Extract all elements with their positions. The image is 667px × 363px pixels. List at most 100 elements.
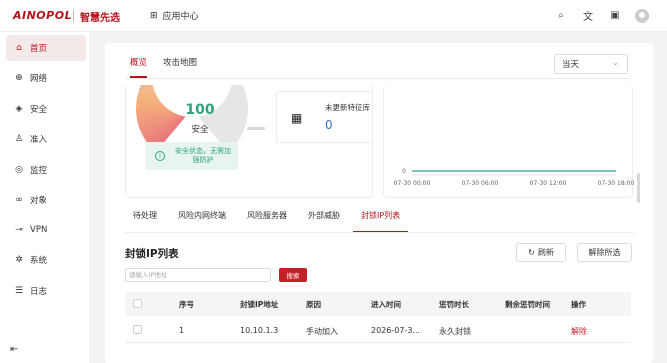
cell-reason: 手动加入 (306, 327, 338, 336)
globe-icon: ⊕ (15, 73, 23, 83)
gear-icon: ✲ (15, 255, 23, 265)
signature-label: 未更新特征库 (325, 103, 370, 112)
tab-blocked-ip-list[interactable]: 封锁IP列表 (353, 210, 409, 233)
sidebar-item-label: 准入 (30, 135, 48, 145)
translate-icon[interactable]: 文 (581, 8, 595, 23)
app-center-button[interactable]: ⊞ 应用中心 (150, 9, 199, 23)
shield-icon: ◈ (15, 104, 23, 114)
avatar-icon[interactable] (635, 8, 649, 23)
monitor-icon: ◎ (15, 165, 23, 175)
column-header-ip: 封锁IP地址 (240, 300, 279, 309)
gauge-needle (247, 127, 265, 130)
security-level: 安全 (191, 125, 209, 135)
tab-overview[interactable]: 概览 (130, 56, 148, 78)
column-header-reason: 原因 (306, 300, 321, 309)
app-center-label: 应用中心 (162, 12, 199, 22)
brand-divider (73, 10, 74, 22)
collapse-icon[interactable]: ⇤ (10, 344, 18, 355)
sidebar-item-label: VPN (30, 225, 48, 235)
time-range-select[interactable]: 当天 ⌄ (554, 54, 628, 74)
save-icon[interactable]: ▣ (608, 10, 622, 21)
sidebar-item-monitor[interactable]: ◎ 监控 (6, 157, 86, 183)
tab-external-threats[interactable]: 外部威胁 (300, 210, 348, 233)
sidebar: ⌂ 首页 ⊕ 网络 ◈ 安全 ♙ 准入 ◎ 监控 ∞ 对象 ⊸ VPN ✲ 系统… (0, 32, 91, 363)
security-score-card: 20 100 安全 i 安全状态，无需加强防护 ▦ 未更新特征库 0 (125, 85, 373, 198)
top-bar: AINOPOL 智慧先选 ⊞ 应用中心 ⌕ 文 ▣ (0, 0, 667, 32)
list-icon: ☰ (14, 286, 24, 296)
tab-attack-map[interactable]: 攻击地图 (163, 56, 197, 78)
signature-count: 0 (325, 118, 333, 132)
refresh-label: 刷新 (537, 248, 554, 257)
security-score: 100 (185, 102, 215, 118)
chart-x-tick-label: 07-30 18:00 (598, 180, 634, 187)
sidebar-item-label: 日志 (30, 287, 48, 297)
sub-tabs-divider (125, 232, 633, 233)
column-header-index: 序号 (179, 300, 194, 309)
sidebar-item-log[interactable]: ☰ 日志 (6, 278, 86, 304)
sidebar-item-label: 监控 (30, 166, 48, 176)
column-header-duration: 惩罚时长 (439, 300, 469, 309)
tabs-divider (125, 78, 633, 79)
sidebar-item-object[interactable]: ∞ 对象 (6, 187, 86, 213)
select-all-checkbox[interactable] (133, 299, 142, 308)
sidebar-item-label: 首页 (30, 44, 48, 54)
refresh-button[interactable]: ↻ 刷新 (516, 243, 566, 262)
column-header-remaining: 剩余惩罚时间 (505, 300, 550, 309)
table-row: 1 10.10.1.3 手动加入 2026-07-3... 永久封锁 解除 (125, 317, 631, 343)
sidebar-item-label: 安全 (30, 105, 48, 115)
sidebar-item-label: 系统 (30, 256, 48, 266)
sidebar-item-label: 网络 (30, 74, 48, 84)
sidebar-item-system[interactable]: ✲ 系统 (6, 247, 86, 273)
tab-risk-endpoints[interactable]: 风险内网终端 (170, 210, 234, 233)
sidebar-item-label: 对象 (30, 196, 48, 206)
scrollbar[interactable] (637, 173, 640, 203)
cell-duration: 永久封锁 (439, 327, 471, 336)
safe-status-notice: i 安全状态，无需加强防护 (145, 142, 238, 170)
key-icon: ⊸ (15, 225, 23, 235)
time-range-value: 当天 (562, 60, 580, 70)
gauge-scale-min: 20 (138, 85, 146, 92)
chevron-down-icon: ⌄ (612, 58, 619, 67)
release-selected-button[interactable]: 解除所选 (577, 243, 632, 262)
threat-tabs: 待处理 风险内网终端 风险服务器 外部威胁 封锁IP列表 (125, 210, 413, 233)
home-icon: ⌂ (16, 43, 22, 53)
sidebar-item-access[interactable]: ♙ 准入 (6, 126, 86, 152)
chart-x-tick-label: 07-30 00:00 (394, 180, 431, 187)
refresh-icon: ↻ (528, 248, 535, 257)
trend-chart-card: 0 07-30 00:00 07-30 06:00 07-30 12:00 07-30 … (383, 85, 634, 198)
cell-time: 2026-07-3... (371, 326, 421, 335)
chart-y-tick-label: 0 (402, 168, 406, 175)
document-icon: ▦ (291, 111, 303, 125)
sidebar-item-security[interactable]: ◈ 安全 (6, 96, 86, 122)
search-icon[interactable]: ⌕ (554, 10, 568, 21)
chart-x-tick-label: 07-30 06:00 (462, 180, 499, 187)
link-icon: ∞ (15, 195, 23, 205)
chart-x-tick-label: 07-30 12:00 (530, 180, 567, 187)
overview-tabs: 概览 攻击地图 (130, 56, 197, 78)
column-header-time: 进入时间 (371, 300, 401, 309)
top-actions: ⌕ 文 ▣ (554, 8, 649, 23)
safe-status-text: 安全状态，无需加强防护 (175, 147, 231, 164)
table-header: 序号 封锁IP地址 原因 进入时间 惩罚时长 剩余惩罚时间 操作 (125, 292, 631, 316)
info-icon: i (155, 151, 165, 161)
tab-pending[interactable]: 待处理 (125, 210, 165, 233)
cell-index: 1 (179, 326, 185, 335)
unblock-link[interactable]: 解除 (571, 326, 587, 337)
brand-logo: AINOPOL (13, 9, 73, 22)
cell-ip: 10.10.1.3 (240, 326, 279, 335)
users-icon: ♙ (14, 134, 24, 144)
grid-icon: ⊞ (150, 10, 158, 21)
sidebar-item-home[interactable]: ⌂ 首页 (6, 35, 86, 61)
section-title: 封锁IP列表 (125, 248, 179, 260)
column-header-action: 操作 (571, 300, 586, 309)
tab-risk-servers[interactable]: 风险服务器 (239, 210, 295, 233)
brand-slogan: 智慧先选 (80, 13, 120, 24)
ip-search-input[interactable] (125, 268, 271, 282)
signature-card: ▦ 未更新特征库 0 (276, 91, 372, 143)
sidebar-item-network[interactable]: ⊕ 网络 (6, 65, 86, 91)
row-checkbox[interactable] (133, 325, 142, 334)
sidebar-item-vpn[interactable]: ⊸ VPN (6, 217, 86, 243)
trend-chart: 0 07-30 00:00 07-30 06:00 07-30 12:00 07-30 … (394, 168, 634, 187)
main-content: 概览 攻击地图 当天 ⌄ 20 100 安全 i 安全状态，无需加强防护 ▦ 未… (105, 43, 653, 363)
search-button[interactable]: 搜索 (279, 268, 307, 282)
